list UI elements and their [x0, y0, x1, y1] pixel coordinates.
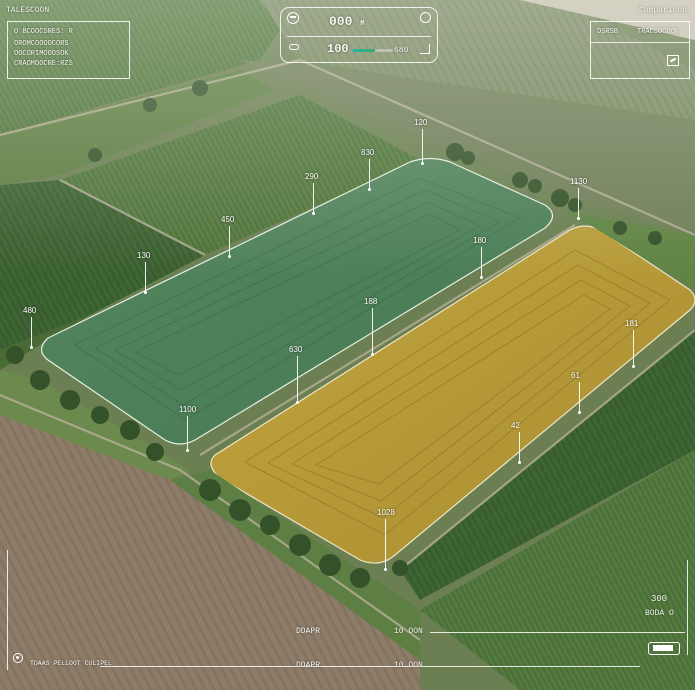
battery-icon [648, 642, 680, 655]
settings-icon[interactable] [420, 12, 431, 23]
field-marker-label: 181 [625, 319, 639, 328]
info-right-label-right: TRACSOCOON [637, 28, 680, 36]
aerial-farmland-scene [0, 0, 695, 690]
info-panel-left: O BCOOCSRES: R OROMCOOOOCORS OOCORIMOOOS… [7, 21, 130, 79]
field-marker-stem [187, 416, 188, 450]
location-icon[interactable] [13, 653, 23, 663]
field-marker-dot [296, 401, 299, 404]
field-marker-stem [385, 519, 386, 569]
field-marker-dot [144, 291, 147, 294]
field-marker-label: 1028 [377, 508, 395, 517]
gauge-top-unit: M [360, 20, 365, 28]
info-right-label-left: DSRSB [597, 28, 619, 36]
field-marker-stem [633, 330, 634, 366]
field-marker-label: 180 [473, 236, 487, 245]
info-line-2: OROMCOOOOCORS [14, 40, 69, 48]
info-line-4: CRAOMOOCRE:RZS [14, 60, 73, 68]
field-marker-stem [481, 247, 482, 277]
bottom-right-value-bottom: BODA O [645, 609, 674, 618]
field-marker-dot [186, 449, 189, 452]
info-panel-right: DSRSB TRACSOCOON [590, 21, 690, 79]
expand-icon[interactable] [667, 55, 679, 66]
field-marker-label: 130 [137, 251, 151, 260]
info-line-1: O BCOOCSRES: R [14, 28, 73, 36]
info-line-3: OOCORIMOOOSOK [14, 50, 69, 58]
top-right-title: Comparison [638, 6, 687, 15]
field-marker-label: 188 [364, 297, 378, 306]
field-marker-label: 290 [305, 172, 319, 181]
field-marker-dot [578, 411, 581, 414]
field-marker-label: 1130 [570, 177, 588, 186]
field-marker-label: 120 [414, 118, 428, 127]
compass-icon[interactable] [287, 12, 299, 24]
gauge-top-value: 000 M [329, 14, 365, 29]
field-marker-label: 830 [361, 148, 375, 157]
gauge-bottom-value: 100 [327, 42, 349, 56]
field-marker-dot [632, 365, 635, 368]
gauge-progress-fill [353, 49, 375, 52]
field-marker-dot [312, 212, 315, 215]
bottom-row1-line [430, 632, 685, 633]
field-marker-stem [372, 308, 373, 354]
signal-icon [420, 44, 430, 54]
field-marker-stem [313, 183, 314, 213]
bottom-row2-right-label: 10 OON [394, 661, 423, 670]
field-marker-stem [578, 188, 579, 218]
bottom-right-vertical-line [687, 560, 688, 655]
field-marker-stem [519, 432, 520, 462]
bottom-left-vertical-line [7, 550, 8, 670]
field-marker-label: 450 [221, 215, 235, 224]
field-marker-stem [422, 129, 423, 163]
pin-icon [289, 44, 299, 50]
field-marker-label: 42 [511, 421, 520, 430]
field-marker-stem [229, 226, 230, 256]
field-marker-stem [145, 262, 146, 292]
field-marker-dot [480, 276, 483, 279]
field-marker-label: 61 [571, 371, 580, 380]
field-marker-stem [579, 382, 580, 412]
field-marker-dot [518, 461, 521, 464]
bottom-row1-center-label: DDAPR [296, 627, 321, 636]
field-marker-dot [30, 346, 33, 349]
bottom-row1-right-label: 10 OON [394, 627, 423, 636]
gauge-divider [287, 36, 431, 37]
field-marker-stem [297, 356, 298, 402]
gauge-panel: 000 M 100 680 [280, 7, 438, 63]
bottom-row2-left-label: TDAAS PELLOOT CULIPEL [30, 660, 112, 667]
top-left-title: TALESCOON [6, 6, 50, 15]
field-marker-dot [228, 255, 231, 258]
field-marker-dot [368, 188, 371, 191]
field-marker-label: 480 [23, 306, 37, 315]
bottom-right-value-top: 300 [651, 594, 668, 604]
gauge-progress-track [353, 49, 393, 52]
field-marker-label: 1100 [179, 405, 197, 414]
bottom-row2-center-label: DDAPR [296, 661, 321, 670]
bottom-row2-line [100, 666, 640, 667]
field-marker-dot [371, 353, 374, 356]
field-marker-dot [384, 568, 387, 571]
field-marker-dot [577, 217, 580, 220]
info-right-divider [591, 42, 689, 43]
field-marker-stem [369, 159, 370, 189]
field-marker-stem [31, 317, 32, 347]
gauge-bottom-right-value: 680 [394, 46, 409, 55]
field-marker-label: 630 [289, 345, 303, 354]
field-marker-dot [421, 162, 424, 165]
